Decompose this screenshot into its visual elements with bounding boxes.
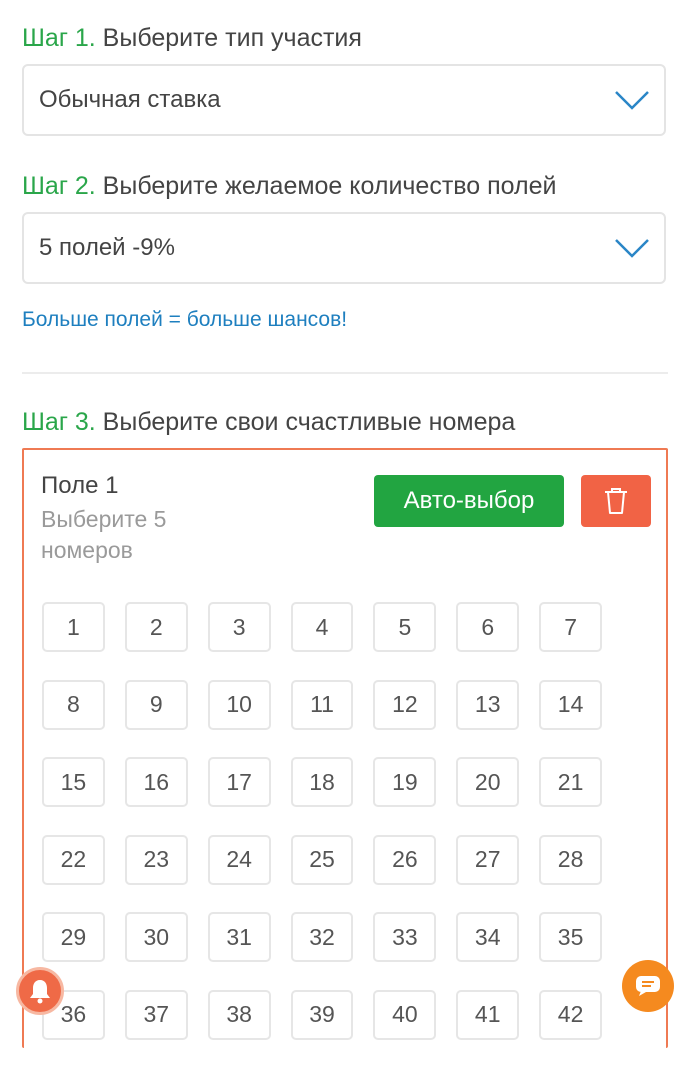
number-cell[interactable]: 11 — [290, 679, 354, 730]
field-hint: Выберите 5 номеров — [41, 506, 167, 563]
fields-count-value: 5 полей -9% — [39, 234, 175, 261]
number-row: 29 30 31 32 33 34 35 — [42, 912, 622, 975]
number-row: 22 23 24 25 26 27 28 — [42, 834, 622, 898]
number-cell[interactable]: 10 — [207, 679, 271, 730]
number-cell[interactable]: 16 — [124, 757, 188, 807]
notification-button[interactable] — [16, 967, 64, 1015]
number-cell[interactable]: 24 — [207, 834, 271, 885]
field-card: Поле 1 Выберите 5 номеров Авто-выбор 123… — [22, 448, 668, 1048]
number-cell[interactable]: 5 — [373, 602, 437, 652]
step-3-text: Выберите свои счастливые номера — [95, 408, 516, 436]
number-cell[interactable]: 14 — [539, 679, 603, 730]
step-1-text: Выберите тип участия — [95, 24, 362, 52]
trash-icon — [605, 488, 627, 514]
field-title: Поле 1 — [41, 472, 119, 499]
number-cell[interactable]: 27 — [456, 834, 520, 885]
number-row: 8 9 10 11 12 13 14 — [42, 679, 622, 743]
number-cell[interactable]: 28 — [539, 834, 603, 885]
chat-icon — [636, 976, 660, 996]
number-cell[interactable]: 18 — [290, 757, 354, 807]
number-cell[interactable]: 31 — [207, 912, 271, 962]
number-cell[interactable]: 4 — [290, 602, 354, 652]
number-cell[interactable]: 35 — [539, 912, 603, 962]
number-cell[interactable]: 33 — [373, 912, 437, 962]
step-3-label: Шаг 3. Выберите свои счастливые номера — [22, 408, 515, 437]
bell-icon — [30, 980, 50, 1004]
participation-type-value: Обычная ставка — [39, 86, 221, 113]
number-cell[interactable]: 9 — [124, 679, 188, 730]
number-cell[interactable]: 3 — [207, 602, 271, 652]
chevron-down-icon — [615, 91, 649, 110]
number-cell[interactable]: 23 — [124, 834, 188, 885]
number-cell[interactable]: 21 — [539, 757, 603, 807]
number-cell[interactable]: 30 — [124, 912, 188, 962]
delete-field-button[interactable] — [581, 475, 651, 527]
number-cell[interactable]: 25 — [290, 834, 354, 885]
step-3-number: Шаг 3. — [22, 408, 96, 436]
number-cell[interactable]: 42 — [539, 989, 603, 1040]
chat-button[interactable] — [622, 960, 674, 1012]
number-cell[interactable]: 2 — [124, 602, 188, 652]
number-cell[interactable]: 38 — [207, 989, 271, 1040]
number-row: 15 16 17 18 19 20 21 — [42, 757, 622, 820]
number-cell[interactable]: 41 — [456, 989, 520, 1040]
fields-count-select[interactable]: 5 полей -9% — [22, 212, 666, 284]
number-cell[interactable]: 13 — [456, 679, 520, 730]
number-cell[interactable]: 34 — [456, 912, 520, 962]
number-grid: 1 2 3 4 5 6 7 8 9 10 11 12 13 14 15 16 17 18 19 20 21 22 23 24 2… — [42, 602, 622, 1067]
step-2-text: Выберите желаемое количество полей — [95, 172, 557, 200]
step-1-label: Шаг 1. Выберите тип участия — [22, 24, 362, 53]
step-2-label: Шаг 2. Выберите желаемое количество поле… — [22, 172, 557, 201]
number-cell[interactable]: 37 — [124, 989, 188, 1040]
participation-type-select[interactable]: Обычная ставка — [22, 64, 666, 136]
number-cell[interactable]: 1 — [42, 602, 105, 652]
auto-select-button[interactable]: Авто-выбор — [374, 475, 564, 527]
number-cell[interactable]: 17 — [207, 757, 271, 807]
step-1-number: Шаг 1. — [22, 24, 96, 52]
number-cell[interactable]: 19 — [373, 757, 437, 807]
number-cell[interactable]: 39 — [290, 989, 354, 1040]
step-2-number: Шаг 2. — [22, 172, 96, 200]
divider — [22, 372, 668, 374]
more-fields-promo: Больше полей = больше шансов! — [22, 308, 348, 331]
number-cell[interactable]: 22 — [42, 834, 105, 885]
number-row: 1234567 — [42, 602, 622, 665]
number-row: 36 37 38 39 40 41 42 — [42, 989, 622, 1053]
number-cell[interactable]: 6 — [456, 602, 520, 652]
number-cell[interactable]: 15 — [42, 757, 105, 807]
number-cell[interactable]: 29 — [42, 912, 105, 962]
number-cell[interactable]: 8 — [42, 679, 105, 730]
number-cell[interactable]: 7 — [539, 602, 603, 652]
number-cell[interactable]: 32 — [290, 912, 354, 962]
number-cell[interactable]: 40 — [373, 989, 437, 1040]
number-cell[interactable]: 26 — [373, 834, 437, 885]
number-cell[interactable]: 20 — [456, 757, 520, 807]
number-cell[interactable]: 12 — [373, 679, 437, 730]
chevron-down-icon — [615, 239, 649, 258]
